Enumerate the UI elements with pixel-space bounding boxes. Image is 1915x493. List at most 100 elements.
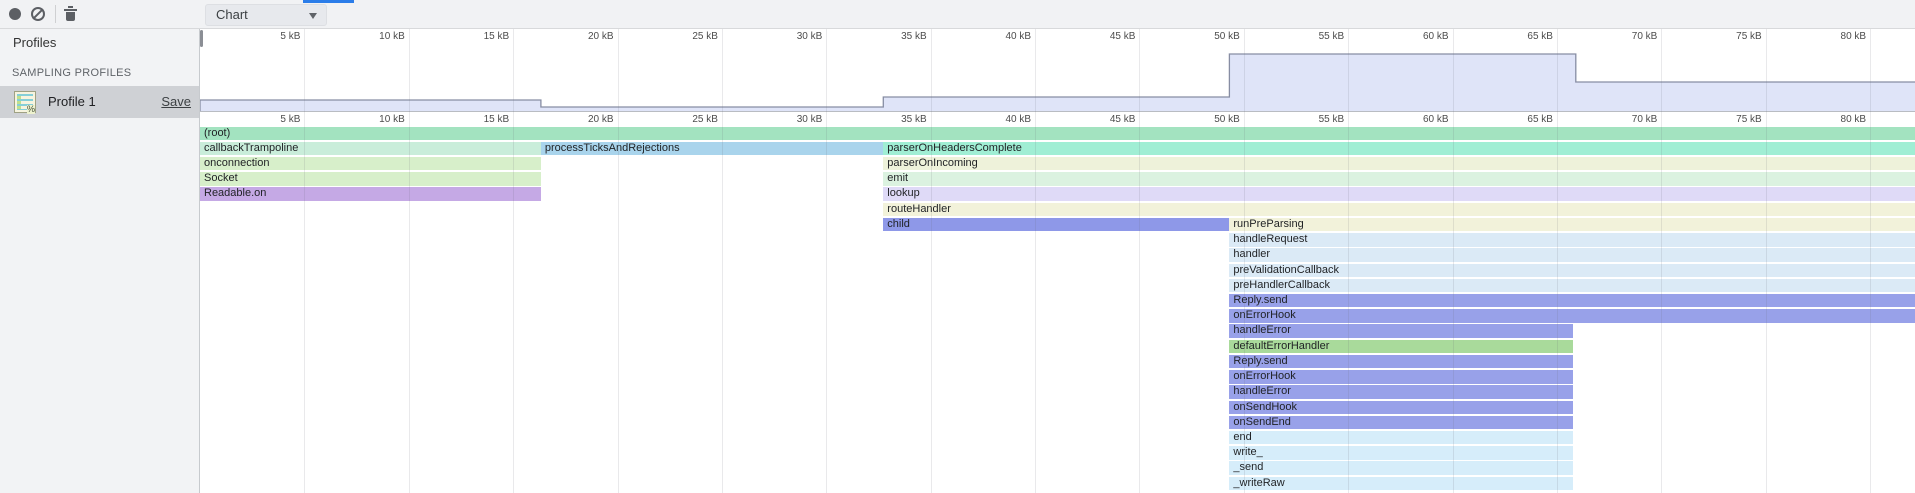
trash-lid [64, 9, 77, 11]
ruler-tick-label: 20 kB [554, 114, 614, 125]
gridline [513, 29, 514, 493]
ruler-tick-label: 25 kB [658, 114, 718, 125]
flame-bar-_writeRaw[interactable]: _writeRaw [1229, 477, 1573, 491]
flame-bar-Reply.send[interactable]: Reply.send [1229, 294, 1915, 308]
ruler-tick-label: 50 kB [1180, 31, 1240, 42]
chevron-down-icon [309, 13, 317, 19]
ruler-tick-label: 30 kB [762, 114, 822, 125]
gridline [1870, 29, 1871, 493]
ruler-tick-label: 80 kB [1806, 114, 1866, 125]
gridline [722, 29, 723, 493]
trash-bin [66, 12, 75, 21]
ruler-tick-label: 25 kB [658, 31, 718, 42]
ruler-tick-label: 35 kB [867, 31, 927, 42]
gridline [1766, 29, 1767, 493]
ruler-tick-label: 50 kB [1180, 114, 1240, 125]
gridline [1139, 29, 1140, 493]
gridline [1557, 29, 1558, 493]
profile-name: Profile 1 [48, 86, 96, 118]
flame-bar-parserOnHeadersComplete[interactable]: parserOnHeadersComplete [883, 142, 1915, 156]
ruler-tick-label: 80 kB [1806, 31, 1866, 42]
flame-bar-root[interactable]: (root) [200, 127, 1915, 141]
ruler-tick-label: 70 kB [1597, 31, 1657, 42]
ruler-tick-label: 40 kB [971, 114, 1031, 125]
flame-bar-emit[interactable]: emit [883, 172, 1915, 186]
flame-bar-handler[interactable]: handler [1229, 248, 1915, 262]
flame-bar-_send[interactable]: _send [1229, 461, 1573, 475]
flame-bar-onErrorHook[interactable]: onErrorHook [1229, 309, 1915, 323]
flame-bar-preHandlerCallback[interactable]: preHandlerCallback [1229, 279, 1915, 293]
ruler-tick-label: 15 kB [449, 31, 509, 42]
flame-bar-child[interactable]: child [883, 218, 1229, 232]
save-profile-link[interactable]: Save [161, 86, 191, 118]
ruler-tick-label: 75 kB [1702, 31, 1762, 42]
ruler-tick-label: 20 kB [554, 31, 614, 42]
flame-bar-runPreParsing[interactable]: runPreParsing [1229, 218, 1915, 232]
delete-profile-icon[interactable] [64, 6, 77, 22]
flame-bar-onSendEnd[interactable]: onSendEnd [1229, 416, 1573, 430]
flame-bar-Reply.send[interactable]: Reply.send [1229, 355, 1573, 369]
flame-bar-preValidationCallback[interactable]: preValidationCallback [1229, 264, 1915, 278]
flame-bar-end[interactable]: end [1229, 431, 1573, 445]
flame-bar-processTicksAndRejections[interactable]: processTicksAndRejections [541, 142, 883, 156]
overview-bottom-border [200, 111, 1915, 112]
ruler-tick-label: 70 kB [1597, 114, 1657, 125]
flame-bar-callbackTrampoline[interactable]: callbackTrampoline [200, 142, 541, 156]
flame-bar-handleError[interactable]: handleError [1229, 385, 1573, 399]
gridline [1035, 29, 1036, 493]
gridline [931, 29, 932, 493]
gridline [1244, 29, 1245, 493]
ruler-tick-label: 15 kB [449, 114, 509, 125]
toolbar: Chart [0, 0, 1915, 29]
toolbar-separator [55, 5, 56, 23]
gridline [1453, 29, 1454, 493]
ruler-tick-label: 10 kB [345, 31, 405, 42]
flame-bar-Socket[interactable]: Socket [200, 172, 541, 186]
active-tab-indicator [303, 0, 354, 3]
flame-bar-defaultErrorHandler[interactable]: defaultErrorHandler [1229, 340, 1573, 354]
ruler-tick-label: 60 kB [1389, 31, 1449, 42]
ruler-tick-label: 75 kB [1702, 114, 1762, 125]
view-mode-dropdown-value: Chart [216, 5, 248, 25]
vertical-scrollbar-thumb[interactable] [200, 30, 203, 47]
ruler-tick-label: 5 kB [240, 31, 300, 42]
ruler-tick-label: 30 kB [762, 31, 822, 42]
profile-chart-icon: % [14, 91, 36, 113]
view-mode-dropdown[interactable]: Chart [205, 4, 327, 26]
gridline [1661, 29, 1662, 493]
flame-bar-handleError[interactable]: handleError [1229, 324, 1573, 338]
record-icon[interactable] [9, 8, 21, 20]
flame-bar-handleRequest[interactable]: handleRequest [1229, 233, 1915, 247]
profile-icon-percent: % [27, 105, 35, 114]
profiles-sidebar: Profiles SAMPLING PROFILES % Profile 1 S… [0, 29, 200, 493]
ruler-tick-label: 40 kB [971, 31, 1031, 42]
gridline [304, 29, 305, 493]
clear-all-icon[interactable] [31, 7, 45, 21]
ruler-tick-label: 55 kB [1284, 31, 1344, 42]
trash-handle [68, 6, 73, 8]
gridline [618, 29, 619, 493]
flame-bar-write_[interactable]: write_ [1229, 446, 1573, 460]
flame-bar-lookup[interactable]: lookup [883, 187, 1915, 201]
flame-bar-onErrorHook[interactable]: onErrorHook [1229, 370, 1573, 384]
ruler-tick-label: 65 kB [1493, 114, 1553, 125]
allocation-overview-chart[interactable] [200, 43, 1915, 111]
ruler-tick-label: 5 kB [240, 114, 300, 125]
flame-bar-parserOnIncoming[interactable]: parserOnIncoming [883, 157, 1915, 171]
profiles-panel-title: Profiles [13, 35, 56, 50]
gridline [826, 29, 827, 493]
ruler-tick-label: 60 kB [1389, 114, 1449, 125]
flame-bar-Readable.on[interactable]: Readable.on [200, 187, 541, 201]
flame-bar-onSendHook[interactable]: onSendHook [1229, 401, 1573, 415]
ruler-tick-label: 65 kB [1493, 31, 1553, 42]
sampling-profiles-section-title: SAMPLING PROFILES [12, 67, 131, 79]
ruler-tick-label: 35 kB [867, 114, 927, 125]
profile-list-item[interactable]: % Profile 1 Save [0, 86, 199, 118]
ruler-tick-label: 45 kB [1075, 114, 1135, 125]
flame-bar-routeHandler[interactable]: routeHandler [883, 203, 1915, 217]
gridline [1348, 29, 1349, 493]
gridline [409, 29, 410, 493]
ruler-tick-label: 10 kB [345, 114, 405, 125]
ruler-tick-label: 45 kB [1075, 31, 1135, 42]
flame-bar-onconnection[interactable]: onconnection [200, 157, 541, 171]
